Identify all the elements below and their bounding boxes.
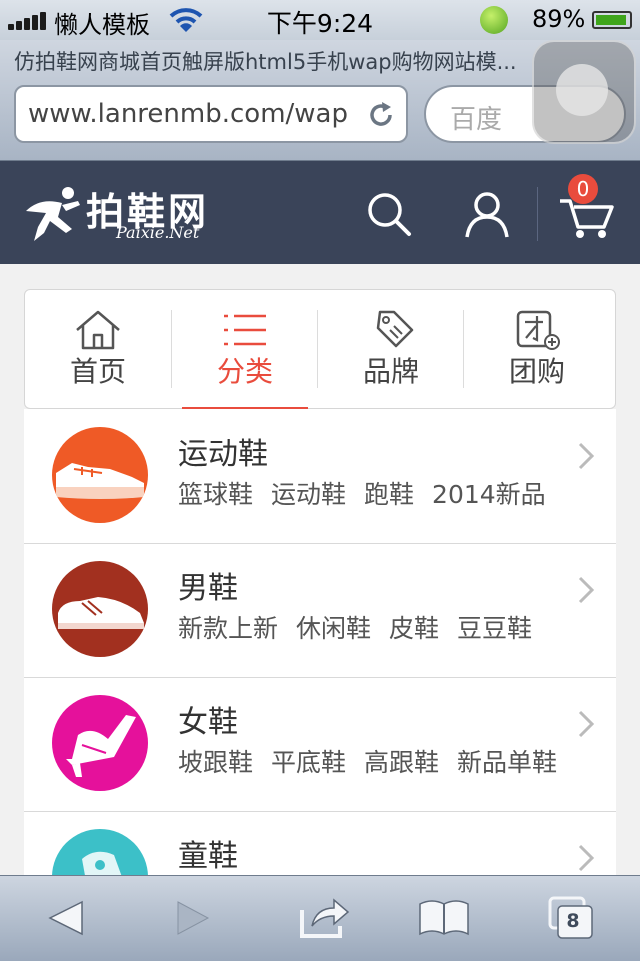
url-text[interactable]: www.lanrenmb.com/wap xyxy=(28,99,358,129)
category-tag[interactable]: 皮鞋 xyxy=(389,614,439,643)
page-title: 仿拍鞋网商城首页触屏版html5手机wap购物网站模... xyxy=(14,50,517,74)
high-heel-icon xyxy=(52,695,148,791)
logo-subtext: Paixie.Net xyxy=(116,223,200,242)
sneaker-icon xyxy=(52,427,148,523)
tab-group-buy[interactable]: 团购 xyxy=(464,290,610,408)
home-icon xyxy=(76,310,120,350)
site-logo[interactable]: 拍鞋网 Paixie.Net xyxy=(22,179,232,249)
category-tag[interactable]: 篮球鞋 xyxy=(178,480,253,509)
category-tags: 坡跟鞋 平底鞋 高跟鞋 新品单鞋 xyxy=(178,743,575,779)
sync-icon xyxy=(480,6,508,34)
bookmarks-icon[interactable] xyxy=(414,890,474,946)
category-tag[interactable]: 休闲鞋 xyxy=(296,614,371,643)
status-bar: 懒人模板 下午9:24 89% xyxy=(0,0,640,40)
category-tag[interactable]: 高跟鞋 xyxy=(364,748,439,777)
search-placeholder: 百度 xyxy=(450,105,503,135)
forward-icon[interactable] xyxy=(162,890,222,946)
group-buy-icon xyxy=(516,310,560,350)
category-item-womens-shoes[interactable]: 女鞋 坡跟鞋 平底鞋 高跟鞋 新品单鞋 xyxy=(24,677,616,812)
category-name: 男鞋 xyxy=(178,571,238,606)
category-tag[interactable]: 豆豆鞋 xyxy=(457,614,532,643)
battery-percent: 89% xyxy=(532,5,586,33)
assistive-touch-button[interactable] xyxy=(532,40,636,144)
category-name: 运动鞋 xyxy=(178,437,268,472)
category-tag[interactable]: 平底鞋 xyxy=(271,748,346,777)
share-icon[interactable] xyxy=(294,890,354,946)
chevron-right-icon xyxy=(578,442,595,470)
browser-toolbar xyxy=(0,875,640,961)
chevron-right-icon xyxy=(578,844,595,872)
category-tag[interactable]: 运动鞋 xyxy=(271,480,346,509)
tab-brand-label: 品牌 xyxy=(362,355,419,388)
category-tag[interactable]: 坡跟鞋 xyxy=(178,748,253,777)
tab-brand[interactable]: 品牌 xyxy=(318,290,464,408)
category-name: 女鞋 xyxy=(178,705,238,740)
tag-icon xyxy=(376,310,414,348)
category-list: 运动鞋 篮球鞋运动鞋跑鞋2014新品 男鞋 新款上新休闲鞋皮鞋豆豆鞋 xyxy=(24,409,616,875)
category-item-sports-shoes[interactable]: 运动鞋 篮球鞋 运动鞋 跑鞋 2014新品 xyxy=(24,409,616,544)
category-tags: 篮球鞋 运动鞋 跑鞋 2014新品 xyxy=(178,475,564,511)
battery-icon xyxy=(592,11,632,29)
back-icon[interactable] xyxy=(36,890,96,946)
reload-icon[interactable] xyxy=(366,100,396,130)
category-tag[interactable]: 跑鞋 xyxy=(364,480,414,509)
chevron-right-icon xyxy=(578,710,595,738)
mens-shoe-icon xyxy=(52,561,148,657)
browser-chrome: 仿拍鞋网商城首页触屏版html5手机wap购物网站模... www.lanren… xyxy=(0,40,640,161)
category-name: 童鞋 xyxy=(178,839,238,874)
tab-group-buy-label: 团购 xyxy=(508,355,565,388)
category-item-kids-shoes[interactable]: 童鞋 xyxy=(24,811,616,875)
open-tabs-count: 8 xyxy=(566,910,580,932)
tab-home-label: 首页 xyxy=(69,355,126,388)
site-header: 拍鞋网 Paixie.Net xyxy=(0,161,640,264)
tab-category-label: 分类 xyxy=(216,355,273,388)
search-icon[interactable] xyxy=(364,189,414,239)
list-icon xyxy=(224,314,266,346)
address-bar[interactable]: www.lanrenmb.com/wap xyxy=(14,85,408,143)
runner-logo-icon xyxy=(26,187,80,241)
tab-home[interactable]: 首页 xyxy=(25,290,171,408)
user-icon[interactable] xyxy=(462,189,512,239)
tab-category[interactable]: 分类 xyxy=(172,290,318,411)
category-tag[interactable]: 新款上新 xyxy=(178,614,278,643)
category-tag[interactable]: 2014新品 xyxy=(432,480,546,509)
chevron-right-icon xyxy=(578,576,595,604)
cart-count-badge: 0 xyxy=(568,174,598,204)
nav-tabs: 首页 分类 品牌 团购 xyxy=(24,289,616,411)
kids-shoe-icon xyxy=(52,829,148,875)
category-tags: 新款上新 休闲鞋 皮鞋 豆豆鞋 xyxy=(178,609,550,645)
category-tag[interactable]: 新品单鞋 xyxy=(457,748,557,777)
category-item-mens-shoes[interactable]: 男鞋 新款上新 休闲鞋 皮鞋 豆豆鞋 xyxy=(24,543,616,678)
header-divider xyxy=(537,187,538,241)
